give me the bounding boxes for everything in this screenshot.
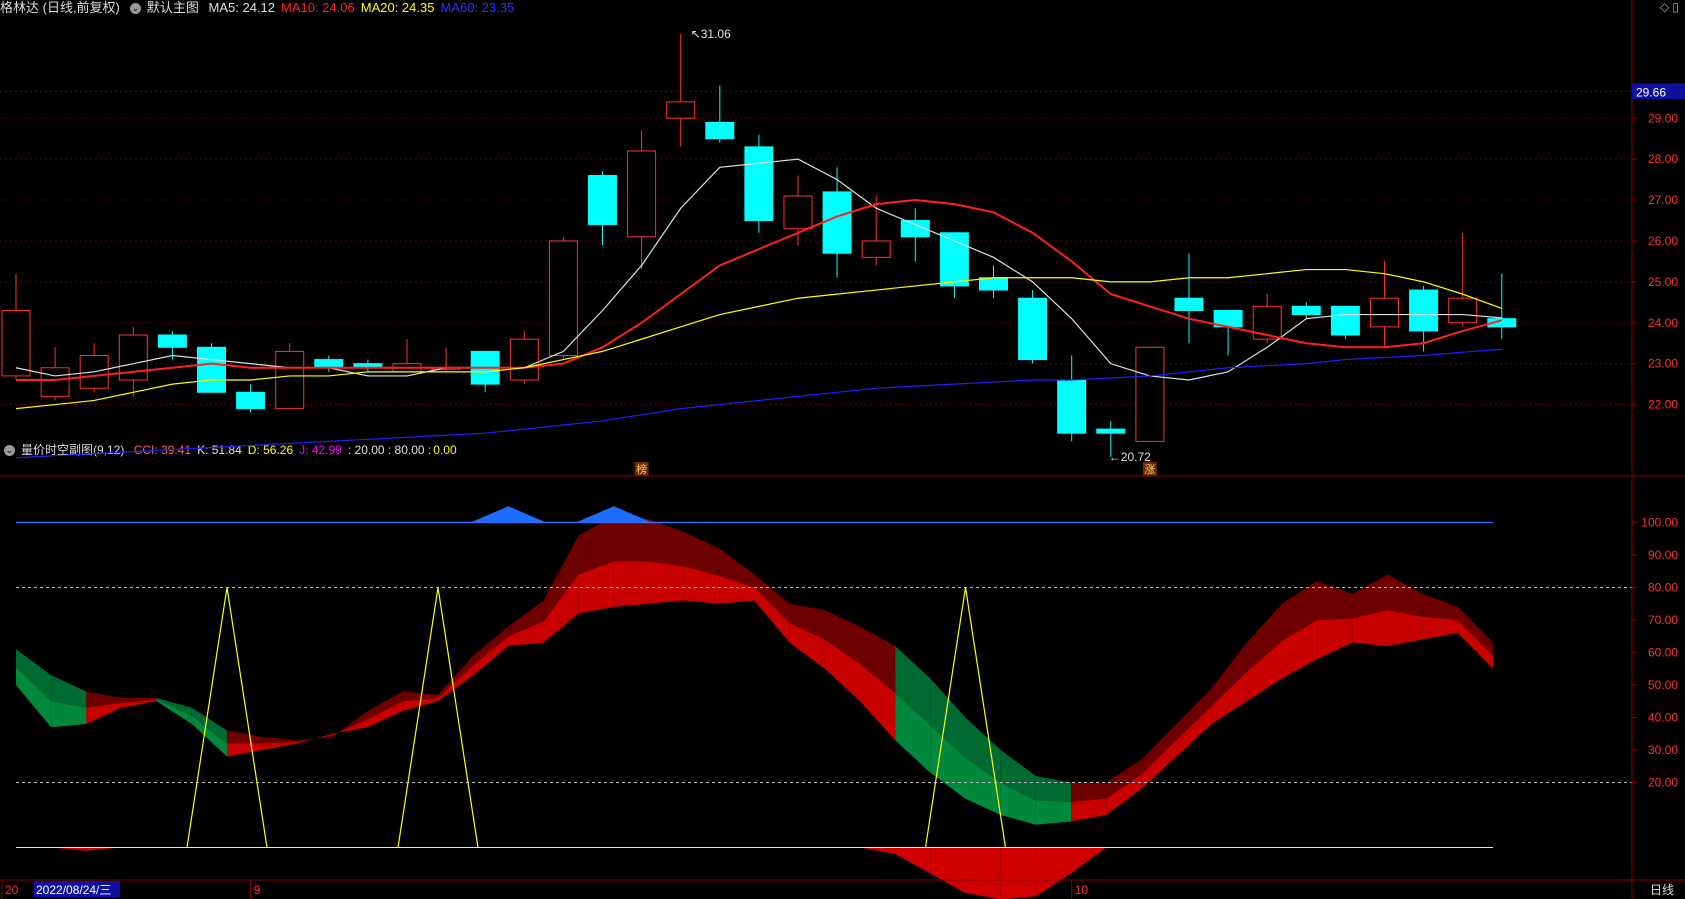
kd-band-outer [649,519,685,567]
price-tick-label: 25.00 [1648,275,1678,289]
candle-body [548,240,578,356]
indicator-tick-label: 50.00 [1648,678,1678,692]
price-tick-label: 24.00 [1648,316,1678,330]
candle-body [705,121,735,140]
kd-band-inner [438,665,474,702]
candlestick-series [1,33,1517,457]
candle-body [783,195,813,230]
j-negative-area [930,847,966,893]
indicator-tick-label: 100.00 [1641,516,1678,530]
indicator-tick-label: 80.00 [1648,581,1678,595]
kd-band-outer [1035,776,1071,802]
date-cursor-label: 2022/08/24/三 [36,883,111,897]
candle-body [1135,346,1165,442]
indicator-tick-label: 40.00 [1648,711,1678,725]
j-negative-area [1000,847,1036,899]
indicator-tick-label: 60.00 [1648,646,1678,660]
kd-band-inner [1071,798,1107,822]
signal-spike-line [397,587,479,848]
candle-body [627,150,657,238]
j-negative-area [1035,847,1071,897]
price-tick-label: 29.00 [1648,111,1678,125]
kd-band-outer [227,730,263,744]
low-price-label: ←20.72 [1109,450,1151,464]
indicator-tick-label: 90.00 [1648,548,1678,562]
top-marker [470,506,547,523]
kd-band-outer [1422,594,1458,620]
indicator-tick-label: 70.00 [1648,613,1678,627]
candle-body [1330,305,1360,336]
kd-band-inner [297,733,333,744]
candle-body [1,309,31,377]
candle-body [588,175,617,226]
candle-body [666,101,696,119]
time-tick-label: 20 [5,883,19,897]
kd-band-inner [1317,618,1353,659]
kd-band-outer [1071,782,1107,802]
top-marker [575,506,652,523]
candle-body [1370,297,1399,328]
price-tick-label: 28.00 [1648,152,1678,166]
candle-body [197,346,226,393]
kd-band-outer [1317,581,1353,620]
axes: 22.00 23.00 24.00 25.00 26.00 27.00 28.00 29.00… [0,0,1685,899]
current-price-label: 29.66 [1636,85,1666,99]
kd-band-inner [1035,800,1071,825]
kd-band-outer [1387,574,1423,617]
signal-tag: 榜 [636,462,647,476]
j-negative-area [895,847,931,874]
time-tick-label: 10 [1075,883,1089,897]
kd-band-inner [227,743,263,757]
candle-body [744,146,774,222]
candle-body [1448,297,1478,324]
j-negative-area [1071,847,1107,874]
high-price-label: ↖31.06 [691,27,731,41]
candle-body [822,191,852,254]
price-tick-label: 27.00 [1648,193,1678,207]
candle-body [1291,305,1321,316]
kd-band-inner [1422,616,1458,640]
candle-body [236,391,266,410]
candle-body [979,277,1008,291]
price-tick-label: 26.00 [1648,234,1678,248]
chart-canvas[interactable]: ↖31.06 ←20.72 榜 涨 22.00 23.00 24.00 25.00 26.00… [0,0,1685,899]
kd-band-inner [649,561,685,604]
candle-body [1409,289,1439,332]
price-tick-label: 22.00 [1648,398,1678,412]
indicator-tick-label: 30.00 [1648,743,1678,757]
timeframe-label: 日线 [1650,883,1674,897]
j-negative-area [860,847,896,854]
indicator-panel [16,506,1632,899]
candle-body [314,359,344,369]
indicator-tick-label: 20.00 [1648,776,1678,790]
candle-body [861,240,891,258]
price-tick-label: 23.00 [1648,357,1678,371]
candle-body [157,334,187,348]
candle-body [1174,297,1204,311]
kd-band-outer [156,698,192,716]
j-negative-area [965,847,1001,899]
candle-body [275,350,305,410]
time-tick-label: 9 [254,883,261,897]
candle-body [1018,297,1048,361]
candle-body [1057,379,1087,434]
candle-body [40,367,70,397]
kd-band-inner [613,561,649,607]
candle-body [1096,428,1126,434]
signal-tag: 涨 [1144,463,1155,476]
candle-body [509,338,539,381]
